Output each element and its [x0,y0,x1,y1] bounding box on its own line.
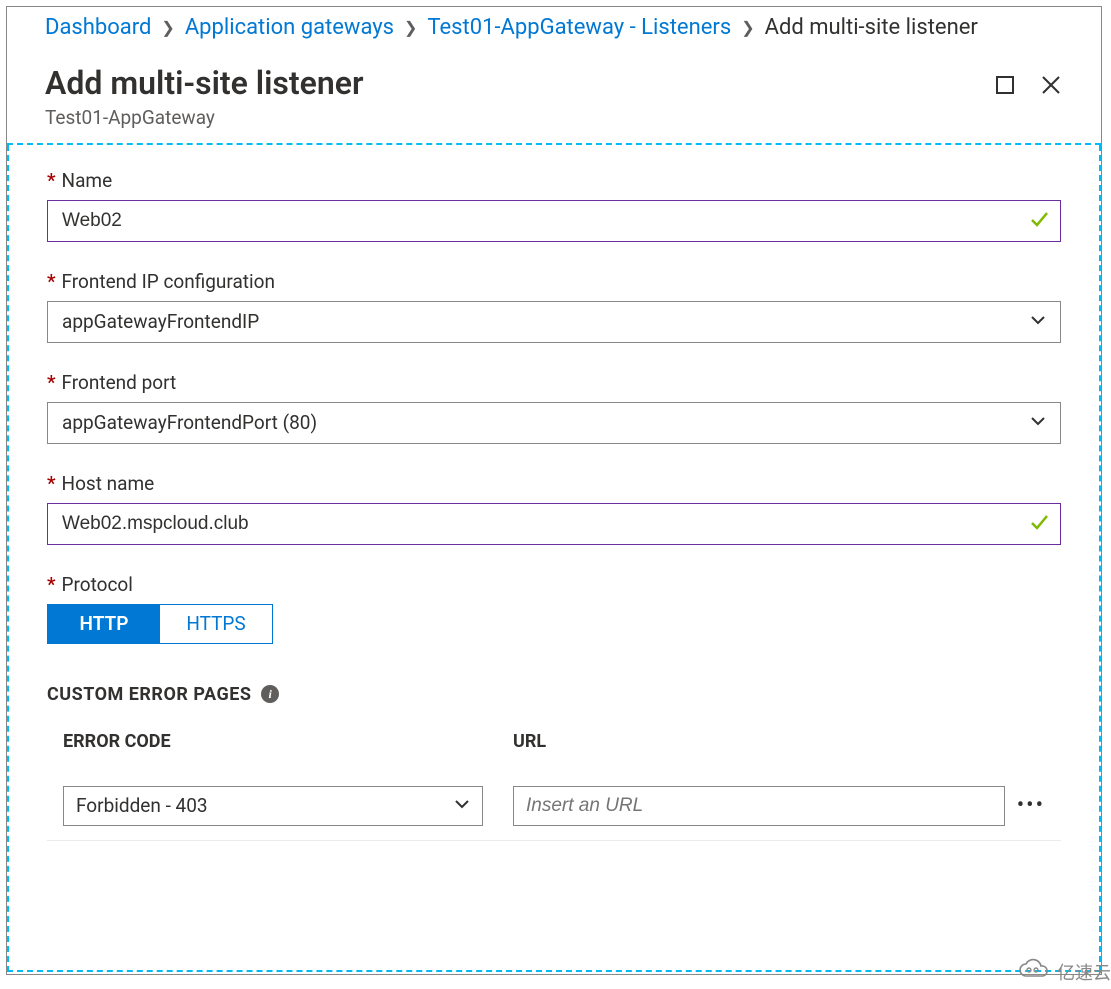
frontend-ip-label: Frontend IP configuration [62,270,275,293]
breadcrumb-listeners[interactable]: Test01-AppGateway - Listeners [427,15,731,40]
url-header: URL [513,731,546,752]
required-icon: * [47,371,56,394]
chevron-right-icon: ❯ [161,18,174,37]
page-subtitle: Test01-AppGateway [45,106,1063,129]
field-name: * Name [47,169,1061,242]
required-icon: * [47,573,56,596]
error-code-value: Forbidden - 403 [76,794,208,817]
protocol-https-button[interactable]: HTTPS [160,605,272,643]
blade-header: Add multi-site listener Test01-AppGatewa… [7,47,1101,145]
error-code-header: ERROR CODE [63,731,483,752]
field-frontend-ip: * Frontend IP configuration appGatewayFro… [47,270,1061,343]
host-name-input[interactable] [47,503,1061,545]
breadcrumb-app-gateways[interactable]: Application gateways [185,15,394,40]
watermark-text: 亿速云 [1057,959,1111,985]
info-icon[interactable]: i [261,685,279,703]
custom-error-table: ERROR CODE URL Forbidden - 403 ••• [47,731,1061,841]
name-label: Name [62,169,113,192]
close-icon [1040,74,1062,96]
required-icon: * [47,270,56,293]
frontend-ip-select[interactable]: appGatewayFrontendIP [47,301,1061,343]
chevron-down-icon [1030,310,1046,333]
breadcrumb-current: Add multi-site listener [765,15,978,40]
field-frontend-port: * Frontend port appGatewayFrontendPort (8… [47,371,1061,444]
chevron-right-icon: ❯ [741,18,754,37]
name-input[interactable] [47,200,1061,242]
maximize-icon [995,75,1015,95]
breadcrumb-dashboard[interactable]: Dashboard [45,15,151,40]
error-url-input[interactable] [513,786,1005,826]
protocol-toggle: HTTP HTTPS [47,604,273,644]
frontend-ip-value: appGatewayFrontendIP [62,310,259,333]
frontend-port-label: Frontend port [62,371,177,394]
checkmark-icon [1029,512,1049,536]
frontend-port-select[interactable]: appGatewayFrontendPort (80) [47,402,1061,444]
table-row: Forbidden - 403 ••• [47,768,1061,841]
chevron-right-icon: ❯ [404,18,417,37]
page-title: Add multi-site listener [45,65,1063,102]
custom-error-section-title: CUSTOM ERROR PAGES i [47,684,1061,705]
chevron-down-icon [454,794,470,817]
field-host-name: * Host name [47,472,1061,545]
breadcrumb: Dashboard ❯ Application gateways ❯ Test0… [7,7,1101,47]
more-options-button[interactable]: ••• [1017,793,1045,818]
protocol-label: Protocol [62,573,133,596]
custom-error-title-text: CUSTOM ERROR PAGES [47,684,251,705]
frontend-port-value: appGatewayFrontendPort (80) [62,411,317,434]
host-name-label: Host name [62,472,155,495]
field-protocol: * Protocol HTTP HTTPS [47,573,1061,644]
close-button[interactable] [1037,71,1065,99]
error-code-select[interactable]: Forbidden - 403 [63,786,483,826]
protocol-http-button[interactable]: HTTP [48,605,160,643]
required-icon: * [47,472,56,495]
maximize-button[interactable] [991,71,1019,99]
chevron-down-icon [1030,411,1046,434]
required-icon: * [47,169,56,192]
checkmark-icon [1029,209,1049,233]
